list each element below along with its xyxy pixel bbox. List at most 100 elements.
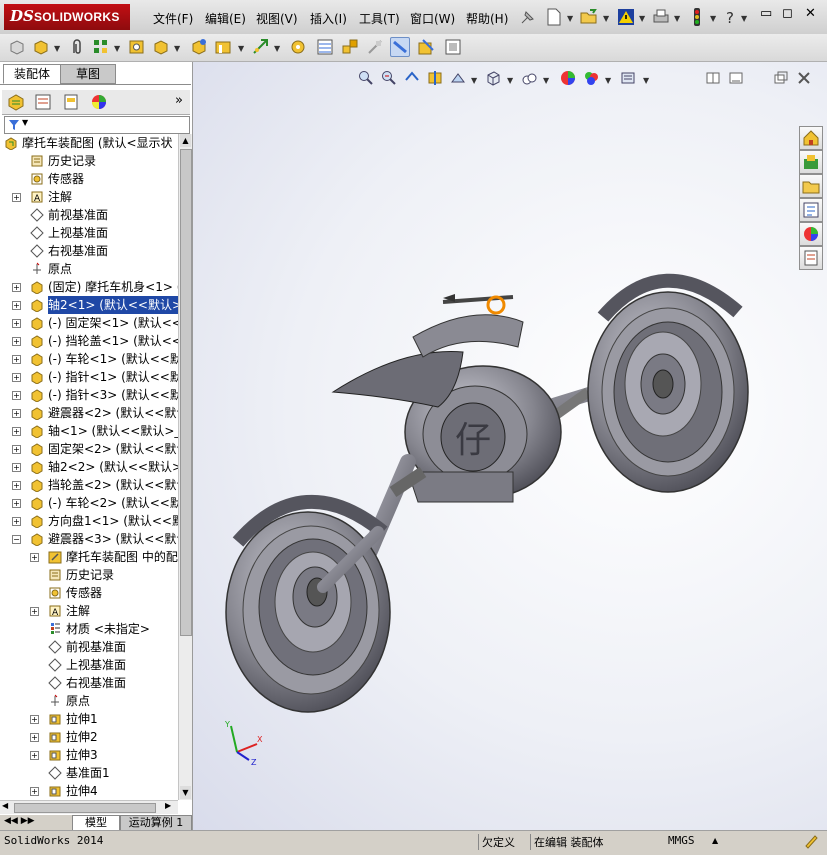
expand-icon[interactable]: + bbox=[12, 463, 21, 472]
traffic-light-icon[interactable] bbox=[688, 8, 706, 26]
pattern-dropdown-icon[interactable]: ▼ bbox=[114, 44, 120, 53]
featuremanager-tab-icon[interactable] bbox=[7, 93, 25, 111]
bill-of-materials-icon[interactable] bbox=[316, 38, 334, 56]
tree-item[interactable]: + 拉伸3 bbox=[0, 746, 178, 764]
mate-paperclip-icon[interactable] bbox=[68, 38, 86, 56]
tree-item[interactable]: + 避震器<2> (默认<<默认 bbox=[0, 404, 178, 422]
reference-geometry-icon[interactable] bbox=[252, 38, 270, 56]
motorcycle-model[interactable]: 仔 bbox=[193, 62, 827, 830]
rear-wheel[interactable] bbox=[587, 273, 749, 493]
menu-view[interactable]: 视图(V) bbox=[256, 10, 298, 27]
tree-item[interactable]: + 方向盘1<1> (默认<<默认 bbox=[0, 512, 178, 530]
scroll-up-arrow-icon[interactable]: ▲ bbox=[180, 134, 191, 147]
scroll-left-arrow-icon[interactable]: ◀ bbox=[2, 801, 8, 810]
tree-item[interactable]: + A 注解 bbox=[0, 188, 178, 206]
filter-dropdown-icon[interactable]: ▼ bbox=[22, 118, 28, 127]
front-wheel[interactable] bbox=[225, 495, 391, 713]
status-units[interactable]: MMGS bbox=[668, 834, 695, 847]
show-hidden-icon[interactable] bbox=[190, 38, 208, 56]
update-speedpak-icon[interactable] bbox=[444, 38, 462, 56]
tab-assembly[interactable]: 装配体 bbox=[3, 64, 61, 84]
tree-item[interactable]: + 轴<1> (默认<<默认>_外观 bbox=[0, 422, 178, 440]
rebuild-warning-icon[interactable] bbox=[617, 8, 635, 26]
tree-item[interactable]: 前视基准面 bbox=[0, 206, 178, 224]
tab-sketch[interactable]: 草图 bbox=[60, 64, 116, 84]
tree-item[interactable]: + 拉伸4 bbox=[0, 782, 178, 800]
tree-item[interactable]: 传感器 bbox=[0, 170, 178, 188]
menu-tools[interactable]: 工具(T) bbox=[359, 10, 400, 27]
expand-icon[interactable]: + bbox=[12, 193, 21, 202]
expand-icon[interactable]: + bbox=[12, 499, 21, 508]
expand-icon[interactable]: + bbox=[30, 787, 39, 796]
units-dropdown-icon[interactable]: ▲ bbox=[712, 836, 718, 845]
tree-item[interactable]: 基准面1 bbox=[0, 764, 178, 782]
tree-item[interactable]: 历史记录 bbox=[0, 566, 178, 584]
filter-box[interactable]: ▼ bbox=[4, 116, 190, 134]
tree-item[interactable]: 原点 bbox=[0, 260, 178, 278]
part-dropdown-icon[interactable]: ▼ bbox=[54, 44, 60, 53]
menu-window[interactable]: 窗口(W) bbox=[410, 10, 455, 27]
expand-icon[interactable]: + bbox=[12, 301, 21, 310]
expand-icon[interactable]: + bbox=[12, 319, 21, 328]
tree-item[interactable]: 前视基准面 bbox=[0, 638, 178, 656]
expand-icon[interactable]: + bbox=[12, 373, 21, 382]
exploded-view-icon[interactable] bbox=[341, 38, 359, 56]
insert-component-icon[interactable] bbox=[8, 38, 26, 56]
tree-item[interactable]: + (固定) 摩托车机身<1> ( bbox=[0, 278, 178, 296]
expand-icon[interactable]: + bbox=[12, 337, 21, 346]
tree-item[interactable]: + (-) 车轮<2> (默认<<默认 bbox=[0, 494, 178, 512]
menu-insert[interactable]: 插入(I) bbox=[310, 10, 347, 27]
pattern-icon[interactable] bbox=[92, 38, 110, 56]
reference-dropdown-icon[interactable]: ▼ bbox=[274, 44, 280, 53]
expand-icon[interactable]: + bbox=[12, 409, 21, 418]
menu-edit[interactable]: 编辑(E) bbox=[205, 10, 246, 27]
options-dropdown-icon[interactable]: ▼ bbox=[710, 14, 716, 23]
tab-nav-arrows[interactable]: ◀◀ ▶▶ bbox=[4, 816, 35, 826]
scroll-right-arrow-icon[interactable]: ▶ bbox=[165, 801, 171, 810]
tree-item[interactable]: 上视基准面 bbox=[0, 224, 178, 242]
expand-icon[interactable]: + bbox=[30, 607, 39, 616]
features-dropdown-icon[interactable]: ▼ bbox=[238, 44, 244, 53]
move-component-icon[interactable] bbox=[152, 38, 170, 56]
minimize-button[interactable]: ▭ bbox=[760, 6, 772, 21]
tree-item[interactable]: − 避震器<3> (默认<<默认> bbox=[0, 530, 178, 548]
expand-icon[interactable]: + bbox=[30, 553, 39, 562]
new-document-icon[interactable] bbox=[545, 8, 563, 26]
tree-item[interactable]: 材质 <未指定> bbox=[0, 620, 178, 638]
tree-item[interactable]: + 拉伸1 bbox=[0, 710, 178, 728]
print-dropdown-icon[interactable]: ▼ bbox=[674, 14, 680, 23]
filter-icon[interactable] bbox=[8, 119, 20, 131]
tree-item[interactable]: + (-) 挡轮盖<1> (默认<<默 bbox=[0, 332, 178, 350]
tree-item[interactable]: + 挡轮盖<2> (默认<<默认> bbox=[0, 476, 178, 494]
expand-icon[interactable]: + bbox=[12, 391, 21, 400]
tree-item[interactable]: + 摩托车装配图 中的配 bbox=[0, 548, 178, 566]
scroll-thumb[interactable] bbox=[180, 149, 192, 636]
configurationmanager-tab-icon[interactable] bbox=[62, 93, 80, 111]
restore-button[interactable]: ◻ bbox=[782, 6, 793, 21]
tree-item[interactable]: 右视基准面 bbox=[0, 242, 178, 260]
tree-item[interactable]: 原点 bbox=[0, 692, 178, 710]
print-icon[interactable] bbox=[652, 8, 670, 26]
tree-item[interactable]: + 拉伸2 bbox=[0, 728, 178, 746]
tree-item[interactable]: + 轴2<1> (默认<<默认>_显 bbox=[0, 296, 178, 314]
displaymanager-tab-icon[interactable] bbox=[90, 93, 108, 111]
interference-detection-icon[interactable] bbox=[390, 37, 410, 57]
tree-item[interactable]: + (-) 指针<1> (默认<<默认 bbox=[0, 368, 178, 386]
hscroll-thumb[interactable] bbox=[14, 803, 156, 813]
help-dropdown-icon[interactable]: ▼ bbox=[741, 14, 747, 23]
close-button[interactable]: ✕ bbox=[805, 6, 816, 21]
tree-item[interactable]: + (-) 车轮<1> (默认<<默认 bbox=[0, 350, 178, 368]
tab-model[interactable]: 模型 bbox=[72, 815, 120, 831]
graphics-viewport[interactable]: ▼ ▼ ▼ ▼ ▼ 仔 X Y Z bbox=[193, 62, 827, 830]
expand-icon[interactable]: + bbox=[12, 481, 21, 490]
tree-item[interactable]: + A 注解 bbox=[0, 602, 178, 620]
solidworks-logo[interactable]: DS SOLIDWORKS bbox=[4, 4, 130, 30]
open-folder-icon[interactable] bbox=[580, 8, 598, 26]
tree-item[interactable]: 摩托车装配图 (默认<显示状 bbox=[0, 134, 178, 152]
propertymanager-tab-icon[interactable] bbox=[34, 93, 52, 111]
move-dropdown-icon[interactable]: ▼ bbox=[174, 44, 180, 53]
expand-icon[interactable]: + bbox=[12, 283, 21, 292]
tree-item[interactable]: 历史记录 bbox=[0, 152, 178, 170]
tree-item[interactable]: 传感器 bbox=[0, 584, 178, 602]
expand-icon[interactable]: + bbox=[12, 427, 21, 436]
